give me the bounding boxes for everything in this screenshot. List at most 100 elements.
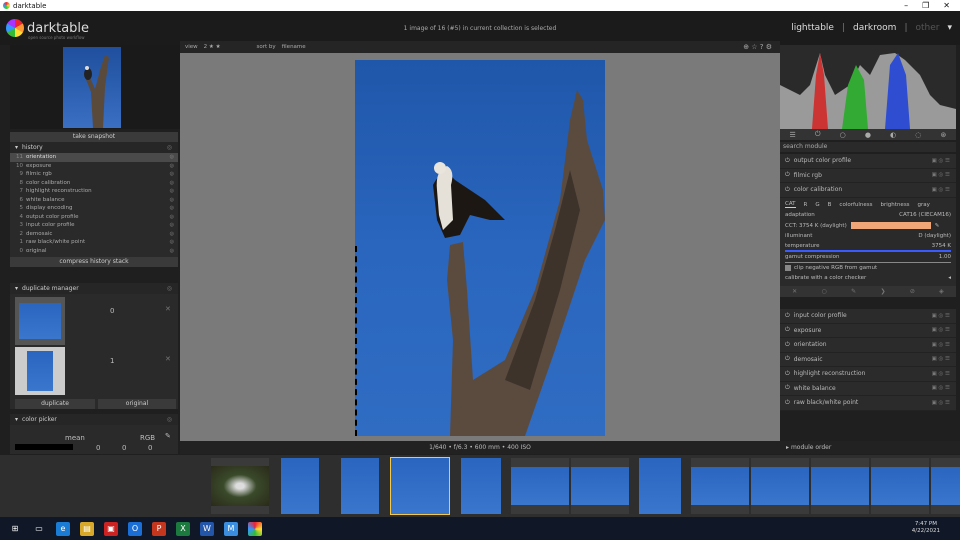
cc-tab[interactable]: CAT <box>785 201 796 209</box>
history-item[interactable]: 7 highlight reconstruction ◎ <box>10 187 178 196</box>
module-item[interactable]: ⏻ exposure ▣ ◎ ☰ <box>780 323 956 338</box>
cc-illuminant-row[interactable]: illuminant D (daylight) <box>785 231 951 242</box>
compress-history-button[interactable]: compress history stack <box>10 257 178 267</box>
darktable-taskbar-icon[interactable] <box>248 521 262 536</box>
module-actions-icon[interactable]: ▣ ◎ ☰ <box>932 371 950 377</box>
reset-icon[interactable]: ◎ <box>167 144 172 151</box>
view-lighttable[interactable]: lighttable <box>791 23 834 33</box>
module-item[interactable]: ⏻ orientation ▣ ◎ ☰ <box>780 338 956 353</box>
tab-color-icon[interactable]: ◐ <box>890 131 896 139</box>
duplicate-thumb-1[interactable] <box>15 347 65 395</box>
blend-off-icon[interactable]: ✕ <box>792 288 797 295</box>
windows-start-icon[interactable]: ⊞ <box>8 522 22 536</box>
power-icon[interactable]: ⏻ <box>785 157 790 165</box>
power-icon[interactable]: ⏻ <box>785 312 790 320</box>
history-item[interactable]: 11 orientation ◎ <box>10 153 178 162</box>
history-item[interactable]: 4 output color profile ◎ <box>10 213 178 222</box>
outlook-icon[interactable]: O <box>128 521 142 536</box>
blend-uniform-icon[interactable]: ○ <box>822 288 827 295</box>
blend-drawn-icon[interactable]: ✎ <box>851 288 856 295</box>
filmstrip-thumbnail[interactable] <box>211 458 269 514</box>
tab-quick-access-icon[interactable]: ☰ <box>790 131 796 139</box>
navigation-thumbnail[interactable] <box>10 45 180 129</box>
minimize-button[interactable]: – <box>904 1 908 10</box>
duplicate-manager-header[interactable]: ▾ duplicate manager ◎ <box>10 283 178 294</box>
history-item[interactable]: 8 color calibration ◎ <box>10 179 178 188</box>
filmstrip-thumbnail[interactable] <box>871 458 929 514</box>
app-icon[interactable]: ▣ <box>104 521 118 536</box>
cc-tab[interactable]: colorfulness <box>839 202 872 208</box>
cc-gamut-slider[interactable]: gamut compression 1.00 <box>785 252 951 263</box>
history-item[interactable]: 2 demosaic ◎ <box>10 230 178 239</box>
module-item[interactable]: ⏻ highlight reconstruction ▣ ◎ ☰ <box>780 367 956 382</box>
main-image[interactable] <box>355 60 605 436</box>
cc-temperature-slider[interactable]: temperature 3754 K <box>785 242 951 252</box>
cc-adaptation-value[interactable]: CAT16 (CIECAM16) <box>899 212 951 218</box>
module-item[interactable]: ⏻ input color profile ▣ ◎ ☰ <box>780 309 956 324</box>
history-item[interactable]: 3 input color profile ◎ <box>10 221 178 230</box>
blend-raster-icon[interactable]: ⊘ <box>910 288 915 295</box>
module-actions-icon[interactable]: ▣ ◎ ☰ <box>932 313 950 319</box>
chevron-down-icon[interactable]: ▾ <box>947 23 952 33</box>
power-icon[interactable]: ⏻ <box>785 384 790 392</box>
edge-icon[interactable]: e <box>56 521 70 536</box>
filmstrip-thumbnail[interactable] <box>751 458 809 514</box>
duplicate-thumb-0[interactable] <box>15 297 65 345</box>
task-view-icon[interactable]: ▭ <box>32 522 46 536</box>
module-color-calibration[interactable]: ⏻ color calibration ▣ ◎ ☰ <box>780 183 956 198</box>
cc-calibrate-row[interactable]: calibrate with a color checker ◂ <box>785 273 951 284</box>
module-actions-icon[interactable]: ▣ ◎ ☰ <box>932 385 950 391</box>
filmstrip-thumbnail[interactable] <box>691 458 749 514</box>
cc-tab[interactable]: B <box>828 202 832 208</box>
history-item[interactable]: 5 display encoding ◎ <box>10 204 178 213</box>
take-snapshot-button[interactable]: take snapshot <box>10 132 178 142</box>
module-actions-icon[interactable]: ▣ ◎ ☰ <box>932 187 950 193</box>
module-order-bar[interactable]: ▸ module order <box>780 441 960 454</box>
color-picker-header[interactable]: ▾ color picker ◎ <box>10 414 178 425</box>
tab-effect-icon[interactable]: ⊛ <box>940 131 946 139</box>
filmstrip-thumbnail[interactable] <box>811 458 869 514</box>
word-icon[interactable]: W <box>200 521 214 536</box>
cc-tab[interactable]: G <box>815 202 819 208</box>
cc-tab[interactable]: gray <box>918 202 930 208</box>
app-m-icon[interactable]: M <box>224 521 238 536</box>
search-module-input[interactable]: search module <box>780 142 956 152</box>
module-item[interactable]: ⏻ raw black/white point ▣ ◎ ☰ <box>780 396 956 411</box>
power-icon[interactable]: ⏻ <box>785 341 790 349</box>
tab-base-icon[interactable]: ○ <box>840 131 846 139</box>
delete-duplicate-icon[interactable]: ✕ <box>165 305 171 313</box>
filmstrip-thumbnail[interactable] <box>461 458 501 514</box>
power-icon[interactable]: ⏻ <box>785 399 790 407</box>
module-output-color-profile[interactable]: ⏻ output color profile ▣ ◎ ☰ <box>780 154 956 169</box>
reset-icon[interactable]: ◎ <box>167 416 172 423</box>
power-icon[interactable]: ⏻ <box>785 370 790 378</box>
file-explorer-icon[interactable]: ▤ <box>80 521 94 536</box>
history-item[interactable]: 9 filmic rgb ◎ <box>10 170 178 179</box>
module-item[interactable]: ⏻ demosaic ▣ ◎ ☰ <box>780 352 956 367</box>
module-actions-icon[interactable]: ▣ ◎ ☰ <box>932 400 950 406</box>
histogram[interactable] <box>780 45 956 129</box>
filmstrip-thumbnail[interactable] <box>571 458 629 514</box>
power-icon[interactable]: ⏻ <box>785 355 790 363</box>
history-header[interactable]: ▾ history ◎ <box>10 142 178 153</box>
tab-tone-icon[interactable]: ● <box>865 131 871 139</box>
system-clock[interactable]: 7:47 PM 4/22/2021 <box>912 521 940 535</box>
history-item[interactable]: 1 raw black/white point ◎ <box>10 238 178 247</box>
module-actions-icon[interactable]: ▣ ◎ ☰ <box>932 356 950 362</box>
eyedropper-icon[interactable]: ✎ <box>935 223 940 229</box>
filmstrip-thumbnail[interactable] <box>511 458 569 514</box>
sort-select[interactable]: filename <box>282 44 306 50</box>
powerpoint-icon[interactable]: P <box>152 521 166 536</box>
cc-illuminant-value[interactable]: D (daylight) <box>918 233 951 239</box>
filmstrip-thumbnail[interactable] <box>931 458 960 514</box>
filmstrip-thumbnail[interactable] <box>281 458 319 514</box>
module-actions-icon[interactable]: ▣ ◎ ☰ <box>932 342 950 348</box>
module-actions-icon[interactable]: ▣ ◎ ☰ <box>932 172 950 178</box>
close-button[interactable]: ✕ <box>943 1 950 10</box>
module-actions-icon[interactable]: ▣ ◎ ☰ <box>932 158 950 164</box>
cc-clip-checkbox[interactable]: clip negative RGB from gamut <box>785 263 951 274</box>
power-icon[interactable]: ⏻ <box>785 171 790 179</box>
history-item[interactable]: 6 white balance ◎ <box>10 196 178 205</box>
view-darkroom[interactable]: darkroom <box>853 23 896 33</box>
reset-icon[interactable]: ◎ <box>167 285 172 292</box>
